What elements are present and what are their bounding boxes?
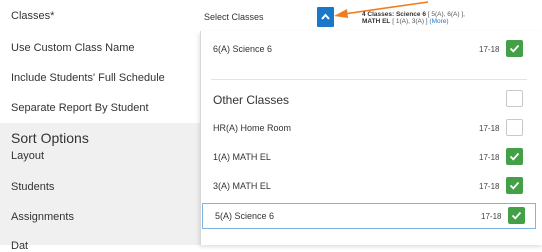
class-year: 17-18 [479,124,500,133]
summary-line2-bold: MATH EL [362,18,391,25]
class-checkbox[interactable] [506,177,523,194]
class-checkbox[interactable] [506,119,523,136]
summary-mid: [ 5(A), 6(A) ], [425,11,465,18]
classes-label: Classes* [11,10,55,22]
class-select[interactable]: Select Classes [200,3,312,31]
selected-classes-summary: 4 Classes: Science 6 [ 5(A), 6(A) ], MAT… [362,11,465,25]
class-option[interactable]: 1(A) MATH EL 17-18 [201,145,538,171]
class-select-value: Select Classes [204,12,264,22]
class-option[interactable]: 5(A) Science 6 17-18 [202,203,536,229]
class-checkbox[interactable] [506,148,523,165]
check-icon [509,181,520,190]
class-checkbox[interactable] [506,40,523,57]
class-option[interactable]: HR(A) Home Room 17-18 [201,116,538,142]
report-options-panel: Classes* Use Custom Class Name Include S… [0,0,200,252]
students-option[interactable]: Students [0,181,200,193]
summary-bold: 4 Classes: Science 6 [362,11,426,18]
class-option[interactable]: 3(A) MATH EL 17-18 [201,174,538,200]
check-icon [509,152,520,161]
class-name: 6(A) Science 6 [213,44,273,54]
sort-options-heading: Sort Options [11,130,89,146]
class-name: 5(A) Science 6 [215,211,275,221]
layout-option[interactable]: Layout [0,150,200,162]
class-name: HR(A) Home Room [213,123,292,133]
class-checkbox[interactable] [508,207,525,224]
class-year: 17-18 [481,212,502,221]
separate-by-student-option[interactable]: Separate Report By Student [0,102,200,114]
date-option-partial[interactable]: Dat [0,240,200,252]
select-all-other-checkbox[interactable] [506,90,523,107]
assignments-option[interactable]: Assignments [0,211,200,223]
divider [211,79,527,80]
check-icon [509,44,520,53]
summary-line2: [ 1(A), 3(A) ] [390,18,430,25]
class-year: 17-18 [479,153,500,162]
class-year: 17-18 [479,182,500,191]
class-dropdown: 6(A) Science 6 17-18 Other Classes HR(A)… [200,31,542,245]
check-icon [511,211,522,220]
more-link[interactable]: (More) [429,18,448,25]
include-full-schedule-option[interactable]: Include Students' Full Schedule [0,72,200,84]
class-option[interactable]: 6(A) Science 6 17-18 [201,37,538,63]
use-custom-class-name-option[interactable]: Use Custom Class Name [0,42,200,54]
other-classes-heading: Other Classes [213,93,290,107]
class-name: 3(A) MATH EL [213,181,271,191]
class-name: 1(A) MATH EL [213,152,271,162]
chevron-up-icon [321,13,330,20]
class-year: 17-18 [479,45,500,54]
